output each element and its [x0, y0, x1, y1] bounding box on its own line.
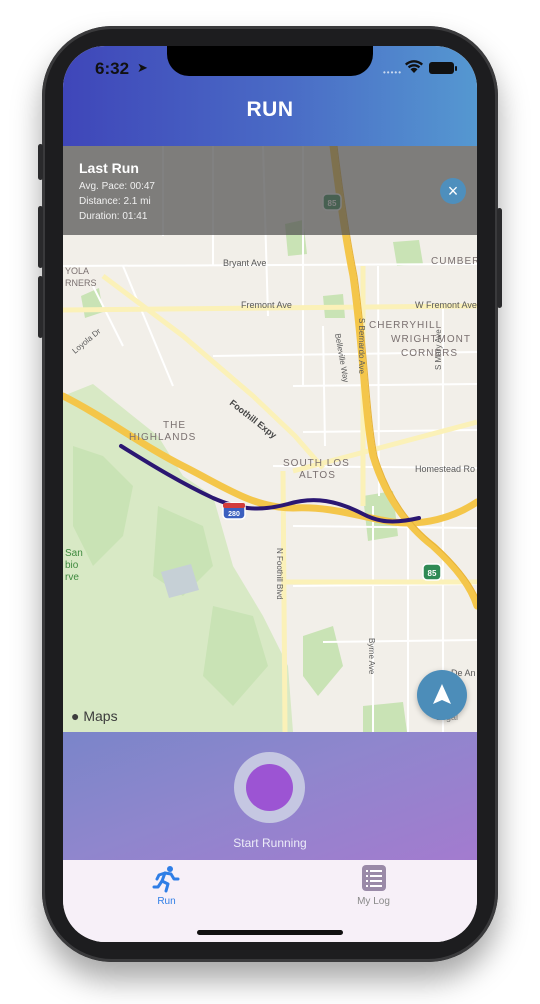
battery-icon — [429, 62, 454, 74]
last-run-distance: Distance: 2.1 mi — [79, 196, 151, 207]
label-wrightmont-2: CORNERS — [401, 348, 458, 359]
navigation-arrow-icon — [433, 684, 451, 704]
last-run-title: Last Run — [79, 160, 139, 176]
label-sbernardo: S Bernardo Ave — [357, 318, 366, 374]
locate-me-button[interactable] — [417, 670, 467, 720]
label-homestead: Homestead Ro — [415, 464, 475, 474]
wifi-icon — [405, 60, 423, 73]
last-run-panel: Last Run Avg. Pace: 00:47 Distance: 2.1 … — [63, 146, 477, 235]
label-belleville: Belleville Way — [333, 333, 350, 383]
signal-icon: ••••• — [383, 68, 403, 77]
app-screen: 6:32 ➤ ••••• RUN 85 280 Bryant Ave CUMBE… — [63, 46, 477, 942]
label-fremont: Fremont Ave — [241, 300, 292, 310]
last-run-duration: Duration: 01:41 — [79, 211, 148, 222]
svg-text:85: 85 — [428, 569, 437, 578]
label-cherryhill: CHERRYHILL — [369, 320, 442, 331]
label-san-2: bio — [65, 560, 79, 571]
label-bryant: Bryant Ave — [223, 258, 266, 268]
shield-280: 280 — [222, 502, 246, 520]
volume-up-button — [38, 206, 43, 268]
label-wrightmont-1: WRIGHTMONT — [391, 334, 471, 345]
label-wfremont: W Fremont Ave — [415, 300, 477, 310]
start-running-label: Start Running — [233, 836, 307, 850]
label-smary: S Mary Ave — [434, 329, 443, 370]
tab-my-log-label: My Log — [357, 896, 390, 907]
label-san-1: San — [65, 548, 83, 559]
home-indicator[interactable] — [197, 930, 343, 935]
maps-logo-text: Maps — [83, 708, 118, 724]
mute-switch — [38, 144, 43, 180]
notch — [167, 46, 373, 76]
label-cumber: CUMBER — [431, 256, 477, 267]
location-arrow-icon: ➤ — [137, 60, 148, 75]
battery-tip — [455, 66, 457, 71]
svg-text:280: 280 — [228, 511, 240, 518]
volume-down-button — [38, 276, 43, 338]
label-yola: YOLA — [65, 266, 89, 276]
shield-85-bottom: 85 — [422, 563, 442, 581]
label-south-los-2: ALTOS — [299, 470, 336, 481]
last-run-avg-pace: Avg. Pace: 00:47 — [79, 181, 155, 192]
label-highlands-2: HIGHLANDS — [129, 432, 196, 443]
start-button-dot[interactable] — [246, 764, 293, 811]
label-loyola: Loyola Dr — [71, 326, 103, 355]
close-icon[interactable]: × — [440, 178, 466, 204]
tab-my-log[interactable]: My Log — [270, 860, 477, 920]
list-icon — [362, 865, 386, 891]
power-button — [497, 208, 502, 308]
label-byrne: Byrne Ave — [367, 638, 376, 675]
page-title: RUN — [246, 98, 294, 121]
status-time: 6:32 — [95, 59, 130, 78]
label-highlands-1: THE — [163, 420, 186, 431]
runner-icon — [152, 866, 180, 893]
tab-run-label: Run — [157, 896, 176, 907]
label-nfoothill: N Foothill Blvd — [275, 548, 284, 600]
label-south-los-1: SOUTH LOS — [283, 458, 350, 469]
label-san-3: rve — [65, 572, 79, 583]
maps-logo: ● Maps — [71, 708, 118, 724]
tab-run[interactable]: Run — [63, 860, 270, 920]
label-foothill-expy: Foothill Expy — [228, 398, 279, 441]
header-bar: 6:32 ➤ ••••• RUN — [63, 46, 477, 146]
label-rners: RNERS — [65, 278, 97, 288]
apple-logo-icon: ● — [71, 708, 80, 724]
